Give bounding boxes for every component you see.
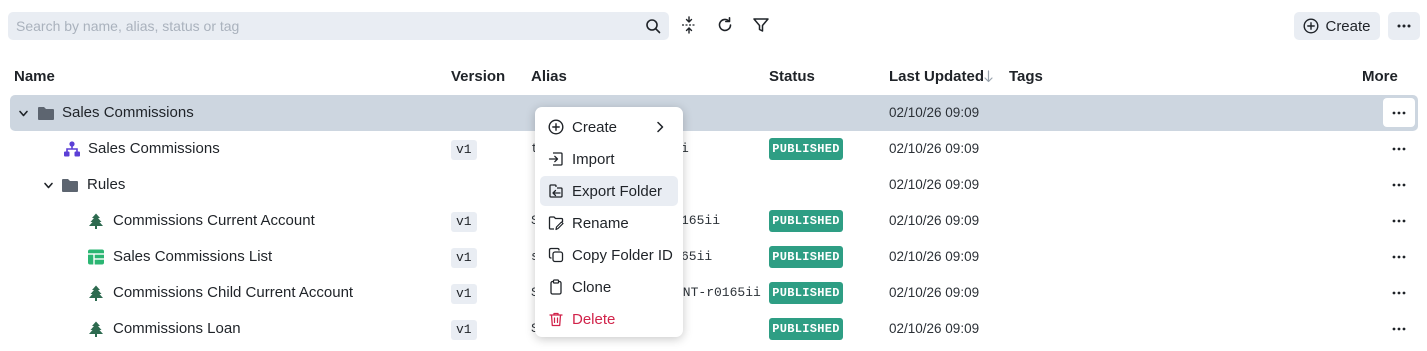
row-more-button[interactable]: [1383, 317, 1415, 341]
version-badge: v1: [451, 212, 477, 232]
chevron-right-icon: [657, 121, 664, 133]
more-icon: [1392, 327, 1406, 331]
table-row[interactable]: Rules 02/10/26 09:09: [10, 167, 1418, 203]
menu-item-label: Rename: [572, 214, 629, 232]
menu-item-label: Import: [572, 150, 615, 168]
row-name[interactable]: Commissions Child Current Account: [113, 275, 353, 311]
row-alias-tail: UNT-r0165ii: [675, 285, 761, 300]
table-row[interactable]: Commissions Loan v1 S PUBLISHED 02/10/26…: [10, 311, 1418, 347]
menu-item-create[interactable]: Create: [540, 112, 678, 142]
menu-item-copy-folder-id[interactable]: Copy Folder ID: [540, 240, 678, 270]
table-row[interactable]: Commissions Current Account v1 S 165ii P…: [10, 203, 1418, 239]
column-header-tags[interactable]: Tags: [1009, 68, 1043, 85]
decision-tree-icon: [89, 285, 103, 301]
more-icon: [1392, 147, 1406, 151]
more-icon: [1392, 255, 1406, 259]
version-badge: v1: [451, 320, 477, 340]
table-row[interactable]: Sales Commissions List v1 s 65ii PUBLISH…: [10, 239, 1418, 275]
decision-table-icon: [88, 249, 104, 265]
menu-item-rename[interactable]: Rename: [540, 208, 678, 238]
row-date: 02/10/26 09:09: [889, 213, 980, 228]
row-more-button[interactable]: [1383, 98, 1415, 127]
chevron-down-icon[interactable]: [43, 180, 54, 191]
row-date: 02/10/26 09:09: [889, 141, 980, 156]
copy-icon: [548, 247, 564, 263]
decision-tree-icon: [89, 213, 103, 229]
row-date: 02/10/26 09:09: [889, 105, 980, 120]
search-bar: [8, 12, 669, 40]
sort-desc-icon[interactable]: [983, 70, 994, 83]
status-badge: PUBLISHED: [769, 138, 843, 160]
row-date: 02/10/26 09:09: [889, 177, 980, 192]
column-header-status[interactable]: Status: [769, 68, 815, 85]
folder-context-menu: Create Import Export Folder Rename Copy: [535, 107, 683, 337]
row-more-button[interactable]: [1383, 281, 1415, 305]
search-input[interactable]: [8, 12, 628, 40]
column-header-alias[interactable]: Alias: [531, 68, 567, 85]
filter-icon[interactable]: [752, 16, 770, 34]
status-badge: PUBLISHED: [769, 210, 843, 232]
table-row[interactable]: Commissions Child Current Account v1 S U…: [10, 275, 1418, 311]
clipboard-icon: [550, 279, 562, 295]
more-icon: [1397, 24, 1411, 28]
row-name[interactable]: Sales Commissions: [88, 131, 220, 167]
more-icon: [1392, 291, 1406, 295]
collapse-expand-icon[interactable]: [680, 16, 698, 34]
column-header-last-updated[interactable]: Last Updated: [889, 68, 984, 85]
decision-tree-icon: [89, 321, 103, 337]
more-icon: [1392, 111, 1406, 114]
menu-item-label: Copy Folder ID: [572, 246, 673, 264]
row-alias-tail: 65ii: [681, 249, 713, 264]
decision-flow-icon: [64, 141, 80, 157]
row-more-button[interactable]: [1383, 245, 1415, 269]
plus-circle-icon: [548, 119, 564, 135]
status-badge: PUBLISHED: [769, 282, 843, 304]
plus-circle-icon: [1303, 18, 1319, 34]
chevron-down-icon[interactable]: [18, 108, 29, 119]
folder-icon: [38, 107, 54, 120]
row-more-button[interactable]: [1383, 173, 1415, 197]
more-icon: [1392, 183, 1406, 187]
menu-item-label: Create: [572, 118, 618, 136]
row-date: 02/10/26 09:09: [889, 249, 980, 264]
export-icon: [549, 184, 563, 198]
table-row[interactable]: Sales Commissions v1 t i PUBLISHED 02/10…: [10, 131, 1418, 167]
menu-item-delete[interactable]: Delete: [540, 304, 678, 334]
row-name[interactable]: Commissions Loan: [113, 311, 241, 347]
row-name[interactable]: Sales Commissions List: [113, 239, 272, 275]
status-badge: PUBLISHED: [769, 318, 843, 340]
column-header-more: More: [1362, 68, 1398, 85]
menu-item-label: Delete: [572, 310, 616, 328]
create-button[interactable]: Create: [1294, 12, 1380, 40]
table-row[interactable]: Sales Commissions 02/10/26 09:09: [10, 95, 1418, 131]
menu-item-export-folder[interactable]: Export Folder: [540, 176, 678, 206]
column-header-name[interactable]: Name: [14, 68, 55, 85]
column-header-version[interactable]: Version: [451, 68, 505, 85]
status-badge: PUBLISHED: [769, 246, 843, 268]
row-name[interactable]: Sales Commissions: [62, 95, 194, 131]
version-badge: v1: [451, 284, 477, 304]
trash-icon: [549, 312, 563, 327]
row-date: 02/10/26 09:09: [889, 285, 980, 300]
version-badge: v1: [451, 248, 477, 268]
version-badge: v1: [451, 140, 477, 160]
row-more-button[interactable]: [1383, 209, 1415, 233]
toolbar-more-button[interactable]: [1388, 12, 1420, 40]
rename-icon: [548, 216, 564, 231]
menu-item-label: Export Folder: [572, 182, 663, 200]
search-icon[interactable]: [645, 18, 661, 34]
folder-icon: [62, 179, 78, 192]
row-name[interactable]: Rules: [87, 167, 125, 203]
row-more-button[interactable]: [1383, 137, 1415, 161]
create-button-label: Create: [1325, 17, 1371, 35]
row-date: 02/10/26 09:09: [889, 321, 980, 336]
menu-item-clone[interactable]: Clone: [540, 272, 678, 302]
menu-item-import[interactable]: Import: [540, 144, 678, 174]
row-alias-tail: 165ii: [681, 213, 721, 228]
more-icon: [1392, 219, 1406, 223]
menu-item-label: Clone: [572, 278, 612, 296]
row-name[interactable]: Commissions Current Account: [113, 203, 315, 239]
import-icon: [548, 152, 563, 166]
refresh-icon[interactable]: [716, 16, 734, 34]
